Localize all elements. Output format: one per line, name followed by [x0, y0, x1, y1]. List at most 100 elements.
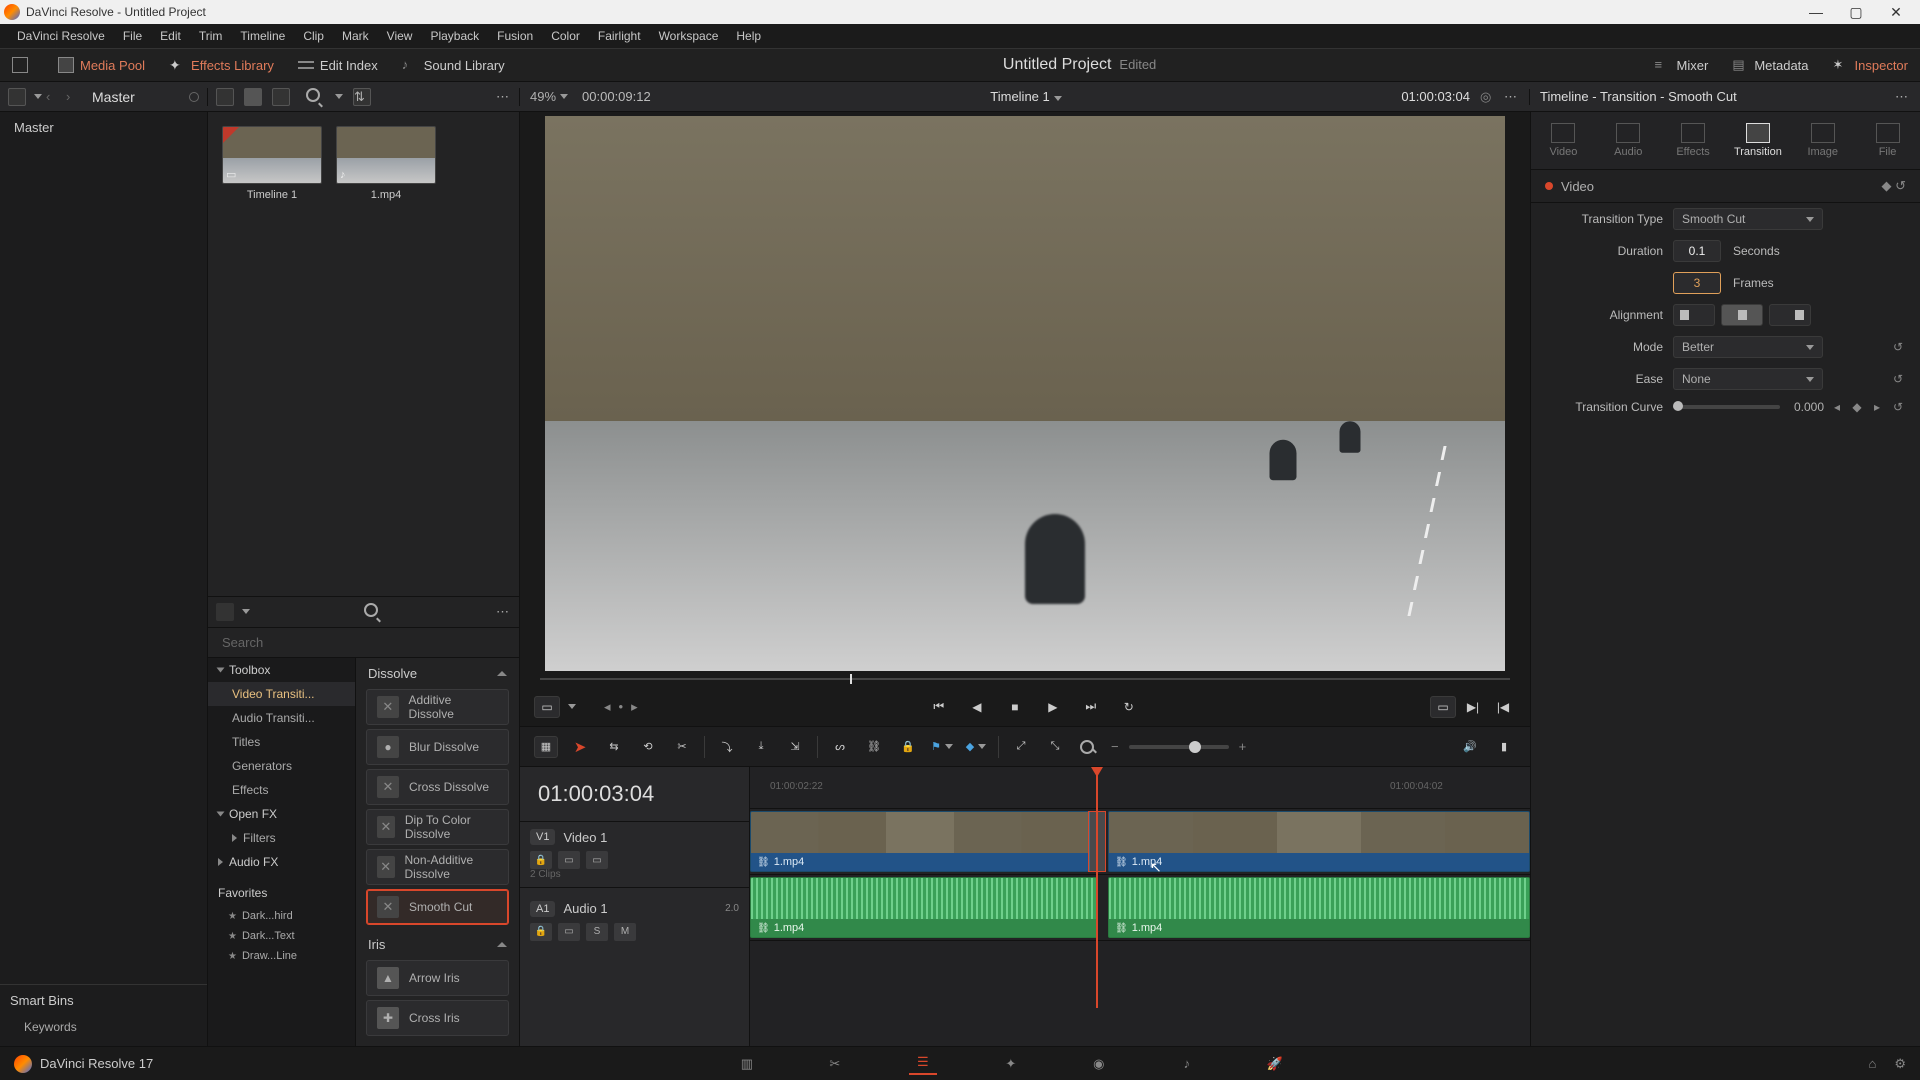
- loop-icon[interactable]: ↻: [1116, 696, 1142, 718]
- blade-tool-icon[interactable]: ✂: [670, 736, 694, 758]
- tree-toolbox[interactable]: Toolbox: [208, 658, 355, 682]
- tl-zoom-full[interactable]: ⤢: [1009, 736, 1033, 758]
- viewer-mode-chev[interactable]: [568, 704, 576, 709]
- clip-view-thumb[interactable]: [244, 88, 262, 106]
- timeline-name[interactable]: Timeline 1: [651, 89, 1402, 104]
- clip-sort-icon[interactable]: ⇅: [353, 88, 371, 106]
- link-icon[interactable]: ⛓: [862, 736, 886, 758]
- match-frame-prev[interactable]: ◂: [604, 699, 611, 715]
- menu-timeline[interactable]: Timeline: [231, 29, 294, 43]
- clip-view-list[interactable]: [272, 88, 290, 106]
- viewer-zoom-chev[interactable]: [560, 94, 568, 99]
- insert-clip-icon[interactable]: ⤵: [715, 736, 739, 758]
- tree-audiofx[interactable]: Audio FX: [208, 850, 355, 874]
- fx-dip-color-dissolve[interactable]: ✕Dip To Color Dissolve: [366, 809, 509, 845]
- overwrite-clip-icon[interactable]: ⤓: [749, 736, 773, 758]
- inspector-toggle[interactable]: ✶Inspector: [1821, 49, 1920, 81]
- fx-search-btn[interactable]: [364, 603, 383, 620]
- clip-timeline1[interactable]: ▭ Timeline 1: [222, 126, 322, 201]
- clip-search-chev[interactable]: [335, 94, 343, 99]
- fx-smooth-cut[interactable]: ✕Smooth Cut: [366, 889, 509, 925]
- program-viewer[interactable]: [545, 116, 1505, 671]
- fx-additive-dissolve[interactable]: ✕Additive Dissolve: [366, 689, 509, 725]
- bypass-fx-icon[interactable]: ◎: [1480, 89, 1496, 105]
- play-icon[interactable]: ▶: [1040, 696, 1066, 718]
- metadata-toggle[interactable]: ▤Metadata: [1720, 49, 1820, 81]
- menu-file[interactable]: File: [114, 29, 151, 43]
- fx-blur-dissolve[interactable]: ●Blur Dissolve: [366, 729, 509, 765]
- transition-curve-value[interactable]: 0.000: [1794, 400, 1824, 414]
- goto-first-icon[interactable]: ⏮: [926, 696, 952, 718]
- fav-2[interactable]: ★Dark...Text: [208, 926, 355, 946]
- bin-view-chev[interactable]: [34, 94, 42, 99]
- fx-panel-chev[interactable]: [242, 609, 250, 614]
- clip-view-metadata[interactable]: [216, 88, 234, 106]
- ease-dropdown[interactable]: None: [1673, 368, 1823, 390]
- clip-options-icon[interactable]: ⋯: [496, 89, 511, 105]
- nav-back[interactable]: ‹: [46, 89, 62, 104]
- tree-video-transitions[interactable]: Video Transiti...: [208, 682, 355, 706]
- bin-master[interactable]: Master: [0, 112, 207, 143]
- lock-icon[interactable]: 🔒: [896, 736, 920, 758]
- tl-zoom-detail[interactable]: ⤡: [1043, 736, 1067, 758]
- menu-fusion[interactable]: Fusion: [488, 29, 542, 43]
- selection-tool-icon[interactable]: ➤: [568, 736, 592, 758]
- fav-3[interactable]: ★Draw...Line: [208, 946, 355, 966]
- dynamic-trim-icon[interactable]: ⟲: [636, 736, 660, 758]
- tree-filters[interactable]: Filters: [208, 826, 355, 850]
- transition-curve-slider[interactable]: [1673, 405, 1780, 409]
- curve-reset-icon[interactable]: ↺: [1890, 400, 1906, 414]
- fx-cat-iris[interactable]: Iris: [356, 929, 519, 956]
- menu-resolve[interactable]: DaVinci Resolve: [8, 29, 114, 43]
- tree-audio-transitions[interactable]: Audio Transiti...: [208, 706, 355, 730]
- page-deliver-icon[interactable]: 🚀: [1261, 1053, 1289, 1075]
- sound-library-toggle[interactable]: ♪Sound Library: [390, 49, 517, 81]
- step-out-icon[interactable]: ▶|: [1460, 696, 1486, 718]
- match-frame-next[interactable]: ▸: [631, 699, 638, 715]
- step-in-icon[interactable]: |◀: [1490, 696, 1516, 718]
- duration-seconds-input[interactable]: 0.1: [1673, 240, 1721, 262]
- edit-index-toggle[interactable]: Edit Index: [286, 49, 390, 81]
- duration-frames-input[interactable]: 3: [1673, 272, 1721, 294]
- menu-trim[interactable]: Trim: [190, 29, 232, 43]
- home-icon[interactable]: ⌂: [1868, 1056, 1876, 1072]
- goto-last-icon[interactable]: ⏭: [1078, 696, 1104, 718]
- tab-audio[interactable]: Audio: [1596, 112, 1661, 169]
- fx-search-input[interactable]: Search: [208, 628, 519, 658]
- v1-clip-b[interactable]: ⛓1.mp4: [1108, 811, 1530, 872]
- layout-selector[interactable]: [0, 49, 46, 81]
- zoom-slider[interactable]: [1129, 745, 1229, 749]
- play-reverse-icon[interactable]: ◀: [964, 696, 990, 718]
- tl-custom-zoom[interactable]: [1077, 736, 1101, 758]
- page-color-icon[interactable]: ◉: [1085, 1053, 1113, 1075]
- track-v1[interactable]: ↖ ⛓1.mp4 ⛓1.mp4: [750, 809, 1530, 875]
- window-close[interactable]: ✕: [1876, 0, 1916, 24]
- tree-titles[interactable]: Titles: [208, 730, 355, 754]
- viewer-scrubber[interactable]: [520, 671, 1530, 687]
- clip-search-icon[interactable]: [306, 88, 325, 105]
- curve-kf-add[interactable]: ◆: [1850, 400, 1864, 414]
- align-start-btn[interactable]: [1673, 304, 1715, 326]
- tab-effects[interactable]: Effects: [1661, 112, 1726, 169]
- menu-clip[interactable]: Clip: [294, 29, 333, 43]
- viewer-options-icon[interactable]: ⋯: [1504, 89, 1519, 105]
- trim-tool-icon[interactable]: ⇆: [602, 736, 626, 758]
- project-settings-icon[interactable]: ⚙: [1894, 1056, 1906, 1072]
- curve-kf-next[interactable]: ▸: [1870, 400, 1884, 414]
- v1-disp1[interactable]: ▭: [558, 851, 580, 869]
- match-frame-icon[interactable]: •: [619, 699, 624, 714]
- flag-icon[interactable]: ⚑: [930, 736, 954, 758]
- viewer-zoom-pct[interactable]: 49%: [530, 89, 556, 104]
- fx-cross-iris[interactable]: ✚Cross Iris: [366, 1000, 509, 1036]
- a1-clip-b[interactable]: ⛓1.mp4: [1108, 877, 1530, 938]
- effects-library-toggle[interactable]: ✦Effects Library: [157, 49, 286, 81]
- menu-help[interactable]: Help: [727, 29, 770, 43]
- tl-view-opts[interactable]: ▦: [534, 736, 558, 758]
- tree-openfx[interactable]: Open FX: [208, 802, 355, 826]
- audio-monitor-icon[interactable]: 🔊: [1458, 736, 1482, 758]
- mode-reset-icon[interactable]: ↺: [1890, 340, 1906, 354]
- menu-workspace[interactable]: Workspace: [650, 29, 728, 43]
- timeline-tracks[interactable]: 01:00:02:22 01:00:04:02 ↖ ⛓1.mp4 ⛓1.mp4: [750, 767, 1530, 1046]
- v1-disp2[interactable]: ▭: [586, 851, 608, 869]
- menu-playback[interactable]: Playback: [421, 29, 488, 43]
